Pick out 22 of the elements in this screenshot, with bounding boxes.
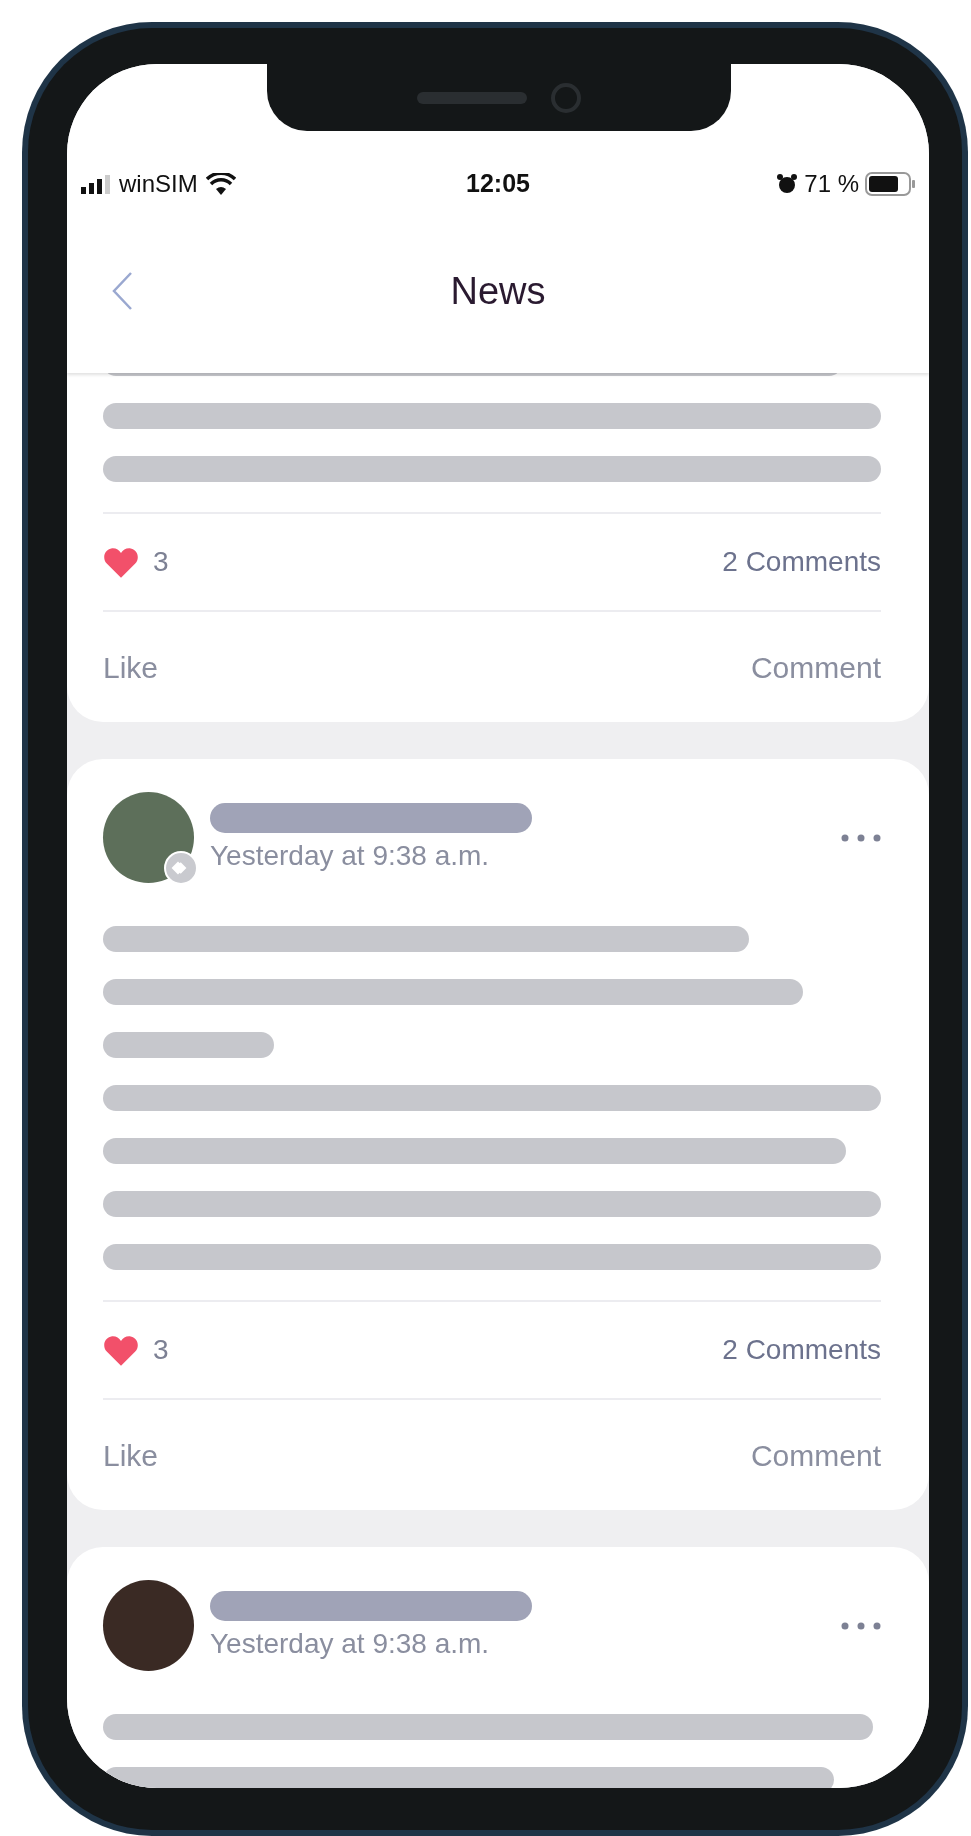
comment-button[interactable]: Comment xyxy=(750,644,881,690)
battery-percent: 71 % xyxy=(804,169,859,199)
back-icon[interactable] xyxy=(111,271,133,311)
status-time: 12:05 xyxy=(466,168,530,200)
like-count: 3 xyxy=(153,545,169,579)
more-icon[interactable] xyxy=(841,833,881,842)
heart-icon xyxy=(103,1334,139,1366)
like-button[interactable]: Like xyxy=(103,1432,159,1478)
heart-icon xyxy=(103,546,139,578)
comments-count[interactable]: 2 Comments xyxy=(722,541,881,583)
comments-count[interactable]: 2 Comments xyxy=(722,1329,881,1371)
wifi-icon xyxy=(205,173,236,195)
carrier-name: winSIM xyxy=(119,169,198,199)
post-time: Yesterday at 9:38 a.m. xyxy=(210,838,491,873)
comment-button[interactable]: Comment xyxy=(750,1432,881,1478)
like-count: 3 xyxy=(153,1333,169,1367)
like-button[interactable]: Like xyxy=(103,644,159,690)
more-icon[interactable] xyxy=(841,1621,881,1630)
signal-icon xyxy=(81,174,111,194)
battery-icon xyxy=(865,172,915,196)
page-title: News xyxy=(450,268,546,314)
post-time: Yesterday at 9:38 a.m. xyxy=(210,1626,491,1661)
